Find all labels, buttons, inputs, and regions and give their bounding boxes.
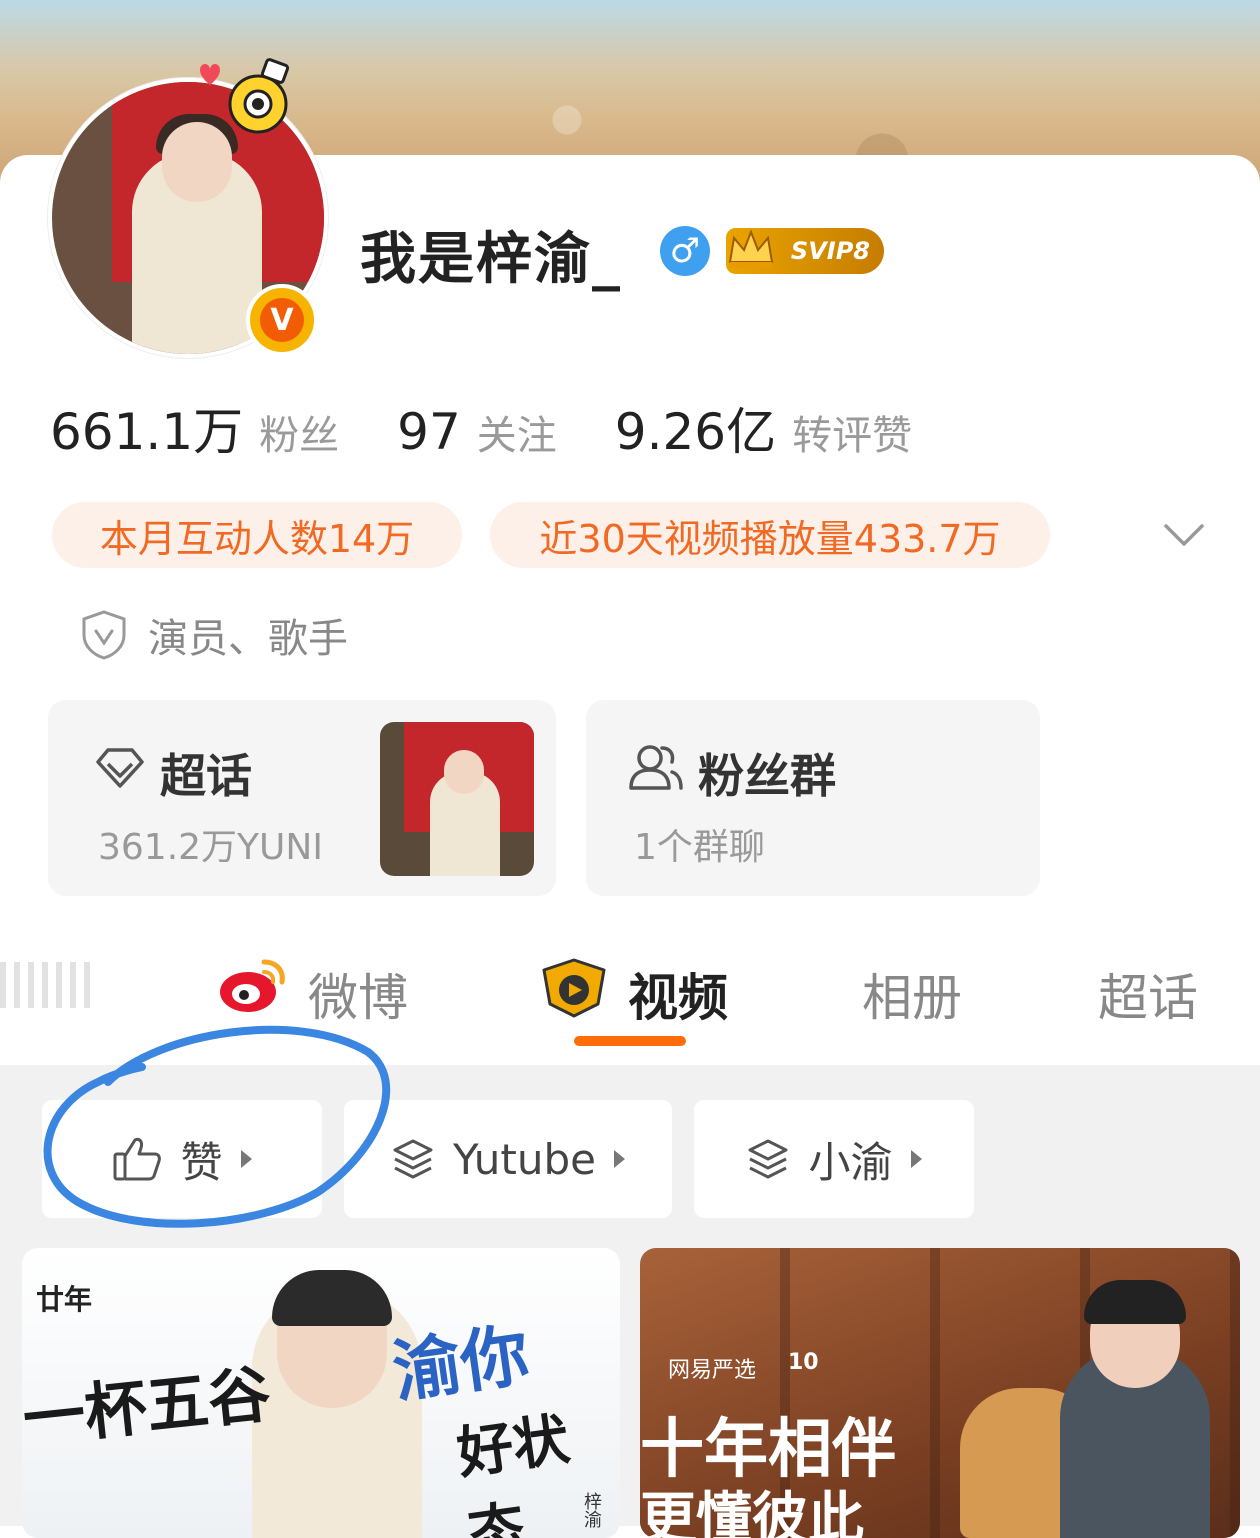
chevron-down-icon[interactable] [1160,510,1208,558]
video-2-hair [1084,1280,1186,1324]
play-arrow-icon [614,1150,626,1168]
fangroup-sub: 1个群聊 [634,827,765,868]
video-thumbnail-2[interactable]: 网易严选 10 十年相伴 更懂彼此 [640,1248,1240,1538]
engagement-count: 9.26亿 [614,403,777,461]
verified-badge: V [246,284,318,356]
tab-weibo[interactable]: 微博 [308,958,408,1030]
supertopic-title: 超话 [160,749,252,803]
profile-name: 我是梓渝_ [360,227,622,292]
supertopic-sub: 361.2万YUNI [98,827,323,868]
avatar-pendant-icon [200,58,290,134]
engagement-label: 转评赞 [792,413,913,459]
tab-supertopic[interactable]: 超话 [1098,958,1198,1030]
filter-like-label: 赞 [180,1137,223,1187]
video-plays-pill[interactable]: 近30天视频播放量433.7万 [490,502,1050,568]
supertopic-card[interactable]: 超话 361.2万YUNI [48,700,556,896]
video-2-anniversary: 10 [788,1350,819,1375]
video-1-slogan: 一杯五谷 [22,1357,274,1456]
thumbs-up-icon [113,1137,162,1181]
following-label[interactable]: 关注 [477,403,557,461]
fangroup-title: 粉丝群 [698,749,836,803]
video-1-headline-a: 渝你 [387,1314,534,1414]
crown-icon [728,229,774,268]
filter-like[interactable]: 赞 [42,1100,322,1218]
filter-xiaoyu[interactable]: 小渝 [694,1100,974,1218]
video-2-headline-b: 更懂彼此 [640,1487,864,1538]
diamond-icon [96,748,144,788]
group-icon [629,745,683,790]
fans-count[interactable]: 661.1万 [50,392,243,464]
tab-video[interactable]: 视频 [628,958,728,1030]
play-arrow-icon [910,1150,922,1168]
video-1-name: 梓渝 [581,1492,602,1528]
video-icon [542,958,606,1018]
layers-icon [748,1139,788,1179]
fans-label[interactable]: 粉丝 [259,403,339,461]
male-gender-icon: ♂ [660,226,710,276]
occupation-row: 演员、歌手 [80,606,348,664]
following-count[interactable]: 97 [397,403,461,461]
tab-album[interactable]: 相册 [862,958,962,1030]
occupation-text: 演员、歌手 [148,616,348,662]
weibo-icon [220,959,285,1012]
supertopic-thumbnail [380,722,534,876]
profile-tabs: 微博 视频 相册 超话 [0,930,1260,1050]
video-1-hair [272,1270,392,1326]
active-tab-indicator [574,1036,686,1046]
video-1-brand: 廿年 [36,1283,93,1316]
video-thumbnail-1[interactable]: 廿年 一杯五谷 渝你 好状态 梓渝 [22,1248,620,1538]
filter-yutube-label: Yutube [452,1134,597,1184]
monthly-interaction-pill[interactable]: 本月互动人数14万 [52,502,462,568]
shield-icon [82,610,126,660]
video-2-brand: 网易严选 [668,1358,757,1383]
fangroup-card[interactable]: 粉丝群 1个群聊 [586,700,1040,896]
filter-xiaoyu-label: 小渝 [808,1137,893,1187]
svip-badge[interactable]: SVIP8 [726,228,884,274]
profile-stats: 661.1万 粉丝 97 关注 9.26亿 转评赞 [50,392,970,464]
filter-yutube[interactable]: Yutube [344,1100,672,1218]
layers-icon [393,1139,433,1179]
play-arrow-icon [240,1150,252,1168]
